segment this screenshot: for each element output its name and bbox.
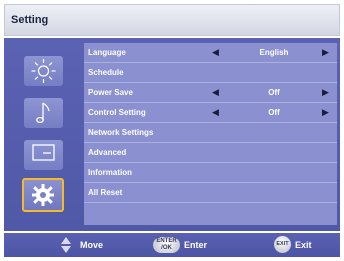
screen-icon: [32, 144, 55, 161]
enter-key-bottom: /OK: [161, 245, 172, 251]
exit-label: Exit: [295, 240, 312, 250]
settings-osd: Setting Language ◀ English ▶ Schedule Po…: [0, 0, 344, 261]
menu-row-label: All Reset: [88, 188, 123, 197]
footer-hint-bar: Move ENTER /OK Enter EXIT Exit: [4, 233, 340, 257]
category-icon-column: [4, 38, 82, 231]
updown-arrow-icon: [61, 237, 71, 253]
menu-row-label: Control Setting: [88, 108, 146, 117]
menu-row-all-reset[interactable]: All Reset: [84, 183, 337, 203]
menu-row-label: Language: [88, 48, 126, 57]
category-setting[interactable]: [22, 178, 64, 212]
settings-panel: Language ◀ English ▶ Schedule Power Save…: [4, 38, 340, 231]
menu-row-label: Power Save: [88, 88, 133, 97]
left-arrow-icon[interactable]: ◀: [212, 107, 219, 118]
right-arrow-icon[interactable]: ▶: [322, 107, 329, 118]
enter-label: Enter: [184, 240, 208, 250]
enter-key-top: ENTER: [156, 238, 177, 244]
enter-key-icon: ENTER /OK: [153, 237, 180, 253]
menu-row-information[interactable]: Information: [84, 163, 337, 183]
gear-icon: [32, 184, 54, 206]
menu-row-label: Information: [88, 168, 132, 177]
menu-row-label: Advanced: [88, 148, 127, 157]
settings-menu: Language ◀ English ▶ Schedule Power Save…: [84, 43, 337, 225]
page-title: Setting: [11, 14, 49, 26]
right-arrow-icon[interactable]: ▶: [322, 87, 329, 98]
menu-row-language[interactable]: Language ◀ English ▶: [84, 43, 337, 63]
menu-row-value: English: [259, 48, 289, 57]
menu-row-label: Schedule: [88, 68, 124, 77]
menu-row-value: Off: [268, 108, 280, 117]
title-bar: Setting: [4, 4, 340, 36]
move-label: Move: [80, 240, 104, 250]
menu-row-power-save[interactable]: Power Save ◀ Off ▶: [84, 83, 337, 103]
menu-row-label: Network Settings: [88, 128, 154, 137]
menu-row-advanced[interactable]: Advanced: [84, 143, 337, 163]
left-arrow-icon[interactable]: ◀: [212, 47, 219, 58]
exit-key-icon: EXIT: [274, 236, 291, 253]
brightness-icon: [31, 59, 56, 83]
left-arrow-icon[interactable]: ◀: [212, 87, 219, 98]
menu-row-network-settings[interactable]: Network Settings: [84, 123, 337, 143]
menu-row-value: Off: [268, 88, 280, 97]
category-screen[interactable]: [24, 140, 63, 170]
category-audio[interactable]: [24, 98, 63, 128]
category-picture[interactable]: [24, 56, 63, 86]
menu-row-schedule[interactable]: Schedule: [84, 63, 337, 83]
menu-row-control-setting[interactable]: Control Setting ◀ Off ▶: [84, 103, 337, 123]
music-note-icon: [36, 102, 50, 124]
menu-row-empty: [84, 203, 337, 223]
right-arrow-icon[interactable]: ▶: [322, 47, 329, 58]
